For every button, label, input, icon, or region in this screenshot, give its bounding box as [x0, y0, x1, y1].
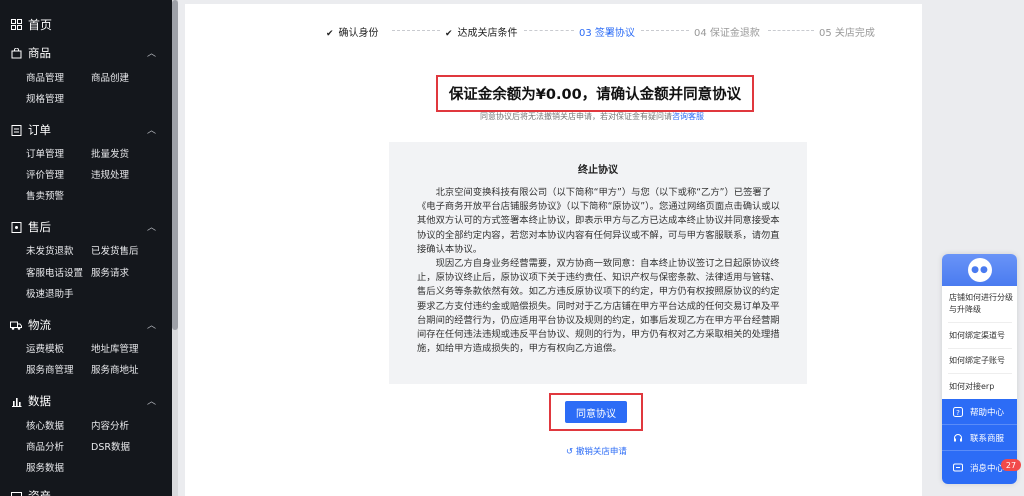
sidebar-item-dsr-data[interactable]: DSR数据: [91, 439, 130, 453]
sidebar-item-freight-template[interactable]: 运费模板: [26, 341, 64, 355]
sidebar-item-home[interactable]: 首页: [10, 16, 52, 32]
truck-icon: [10, 319, 22, 331]
deposit-balance-headline: 保证金余额为¥0.00，请确认金额并同意协议: [448, 87, 742, 103]
sidebar-group-assets[interactable]: 资产: [10, 488, 160, 496]
step-connector: [524, 30, 574, 31]
chevron-up-icon: ︿: [146, 223, 156, 233]
sidebar-item-core-data[interactable]: 核心数据: [26, 418, 64, 432]
step-deposit-refund: 04 保证金退款: [694, 28, 760, 39]
svg-text:?: ?: [956, 409, 960, 417]
step-connector: [392, 30, 440, 31]
check-icon: ✔: [326, 29, 334, 39]
sidebar-group-label: 物流: [28, 318, 51, 332]
contact-service-link[interactable]: 咨询客服: [672, 112, 704, 121]
sidebar-group-goods[interactable]: 商品 ︿: [10, 45, 160, 61]
sidebar-group-label: 资产: [28, 489, 51, 496]
assistant-header: ●●: [942, 254, 1017, 286]
step-verify-identity: ✔ 确认身份: [326, 24, 379, 39]
sidebar-group-label: 数据: [28, 394, 51, 408]
agreement-title: 终止协议: [578, 165, 618, 176]
chevron-up-icon: ︿: [146, 126, 156, 136]
divider: [948, 322, 1012, 323]
sidebar-item-service-data[interactable]: 服务数据: [26, 460, 64, 474]
chevron-up-icon: ︿: [146, 397, 156, 407]
divider: [948, 348, 1012, 349]
step-sign-agreement: 03 签署协议: [579, 28, 635, 39]
faq-item[interactable]: 如何对接erp: [949, 381, 1013, 393]
headline-highlight: 保证金余额为¥0.00，请确认金额并同意协议: [436, 75, 754, 112]
sidebar-group-orders[interactable]: 订单 ︿: [10, 122, 160, 138]
sidebar-item-fast-refund[interactable]: 极速退助手: [26, 286, 74, 300]
sidebar-item-phone-setting[interactable]: 客服电话设置: [26, 265, 83, 279]
sidebar-item-review-manage[interactable]: 评价管理: [26, 167, 64, 181]
sidebar-group-label: 商品: [28, 46, 51, 60]
step-close-complete: 05 关店完成: [819, 28, 875, 39]
help-center-button[interactable]: ? 帮助中心: [942, 399, 1017, 424]
faq-item[interactable]: 如何绑定渠道号: [949, 330, 1013, 342]
unread-count-badge: 27: [1001, 459, 1021, 471]
sidebar-scrollbar-thumb[interactable]: [172, 0, 178, 330]
question-icon: ?: [952, 406, 964, 417]
sidebar-item-order-manage[interactable]: 订单管理: [26, 146, 64, 160]
agreement-paragraph: 现因乙方自身业务经营需要，双方协商一致同意：自本终止协议签订之日起原协议终止，原…: [417, 258, 780, 355]
sidebar-item-sale-alert[interactable]: 售卖预警: [26, 188, 64, 202]
revoke-close-link[interactable]: ↺ 撤销关店申请: [566, 445, 627, 457]
bag-icon: [10, 47, 22, 59]
step-label: 达成关店条件: [457, 28, 518, 39]
undo-icon: ↺: [566, 447, 574, 457]
sidebar-group-data[interactable]: 数据 ︿: [10, 393, 160, 409]
step-connector: [768, 30, 814, 31]
message-center-label: 消息中心: [970, 463, 1005, 474]
headset-icon: [952, 433, 964, 443]
sidebar: 首页 商品 ︿ 商品管理 商品创建 规格管理 订单 ︿ 订单管理 批量发货 评价…: [0, 0, 172, 496]
step-label: 确认身份: [338, 28, 379, 39]
sidebar-item-aftersale-shipped[interactable]: 已发货售后: [91, 243, 139, 257]
agree-button[interactable]: 同意协议: [565, 401, 627, 423]
help-center-label: 帮助中心: [970, 407, 1005, 418]
contact-service-button[interactable]: 联系商服: [942, 425, 1017, 450]
sidebar-item-address-book[interactable]: 地址库管理: [91, 341, 139, 355]
help-float-panel: ●● 店铺如何进行分级与升降级 如何绑定渠道号 如何绑定子账号 如何对接erp …: [942, 254, 1017, 484]
sidebar-item-violation[interactable]: 违规处理: [91, 167, 129, 181]
chevron-up-icon: ︿: [146, 321, 156, 331]
sidebar-item-spec-manage[interactable]: 规格管理: [26, 91, 64, 105]
sidebar-item-refund-unshipped[interactable]: 未发货退款: [26, 243, 74, 257]
step-connector: [641, 30, 689, 31]
bar-chart-icon: [10, 395, 22, 407]
sidebar-item-carrier-manage[interactable]: 服务商管理: [26, 362, 74, 376]
sidebar-item-service-request[interactable]: 服务请求: [91, 265, 129, 279]
sidebar-group-logistics[interactable]: 物流 ︿: [10, 317, 160, 333]
agreement-body: 北京空间变换科技有限公司（以下简称“甲方”）与您（以下或称“乙方”）已签署了《电…: [417, 186, 781, 356]
chevron-up-icon: ︿: [146, 49, 156, 59]
order-list-icon: [10, 124, 22, 136]
sidebar-item-content-analysis[interactable]: 内容分析: [91, 418, 129, 432]
sidebar-item-goods-create[interactable]: 商品创建: [91, 70, 129, 84]
sidebar-item-carrier-address[interactable]: 服务商地址: [91, 362, 139, 376]
sidebar-home-label: 首页: [28, 17, 53, 32]
sidebar-group-label: 订单: [28, 123, 51, 137]
agree-button-highlight: 同意协议: [549, 393, 643, 431]
aftersale-icon: [10, 221, 22, 233]
faq-item[interactable]: 如何绑定子账号: [949, 355, 1013, 367]
sidebar-group-aftersale[interactable]: 售后 ︿: [10, 219, 160, 235]
message-icon: [952, 463, 964, 473]
revoke-close-label: 撤销关店申请: [575, 447, 627, 457]
sidebar-item-goods-manage[interactable]: 商品管理: [26, 70, 64, 84]
sidebar-group-label: 售后: [28, 220, 51, 234]
agreement-paragraph: 北京空间变换科技有限公司（以下简称“甲方”）与您（以下或称“乙方”）已签署了《电…: [417, 187, 780, 255]
divider: [948, 373, 1012, 374]
robot-icon[interactable]: ●●: [968, 258, 992, 282]
agreement-note: 同意协议后将无法撤销关店申请，若对保证金有疑问请咨询客服: [480, 111, 704, 122]
faq-item[interactable]: 店铺如何进行分级与升降级: [949, 292, 1013, 316]
sidebar-item-batch-ship[interactable]: 批量发货: [91, 146, 129, 160]
sidebar-item-goods-analysis[interactable]: 商品分析: [26, 439, 64, 453]
scroll-fade: [389, 368, 807, 384]
wallet-icon: [10, 490, 22, 496]
contact-service-label: 联系商服: [970, 433, 1005, 444]
check-icon: ✔: [445, 29, 453, 39]
agreement-note-text: 同意协议后将无法撤销关店申请，若对保证金有疑问请: [480, 112, 672, 121]
agreement-text-box[interactable]: 终止协议 北京空间变换科技有限公司（以下简称“甲方”）与您（以下或称“乙方”）已…: [389, 142, 807, 384]
grid-icon: [10, 18, 22, 30]
step-close-conditions: ✔ 达成关店条件: [445, 24, 518, 39]
